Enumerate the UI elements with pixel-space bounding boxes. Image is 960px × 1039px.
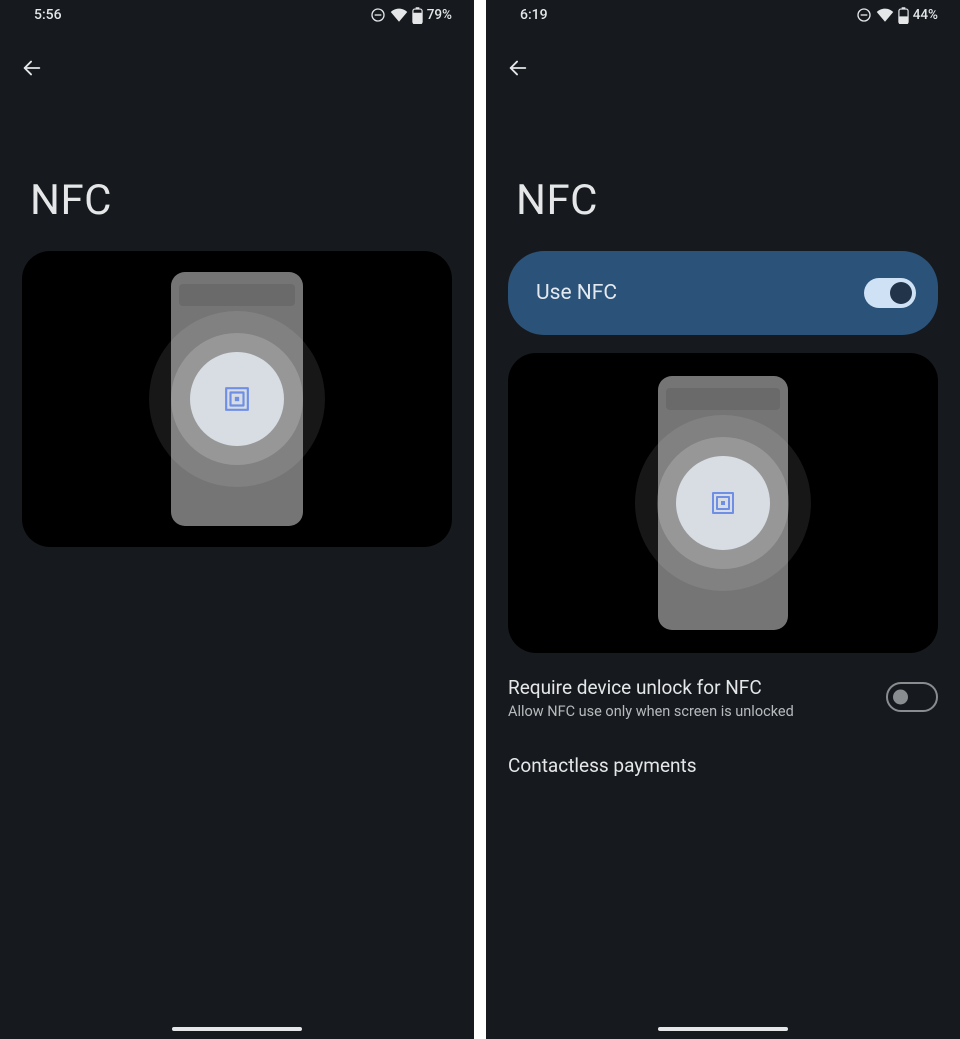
phone-screen-left: 5:56 79% NFC <box>0 0 474 1039</box>
nfc-illustration <box>22 251 452 547</box>
phone-graphic <box>658 376 788 630</box>
contactless-payments-label: Contactless payments <box>508 754 697 777</box>
nfc-illustration <box>508 353 938 653</box>
dnd-icon <box>856 7 872 23</box>
phone-screen-right: 6:19 44% NFC Use NFC <box>486 0 960 1039</box>
page-title: NFC <box>0 88 474 251</box>
wifi-icon <box>390 8 408 22</box>
back-button[interactable] <box>12 48 52 88</box>
battery-percent: 44% <box>913 7 938 23</box>
use-nfc-label: Use NFC <box>536 281 617 305</box>
use-nfc-toggle-row[interactable]: Use NFC <box>508 251 938 335</box>
status-icons: 44% <box>856 7 938 24</box>
home-indicator[interactable] <box>172 1027 302 1031</box>
page-title: NFC <box>486 88 960 251</box>
battery-percent: 79% <box>427 7 452 23</box>
home-indicator[interactable] <box>658 1027 788 1031</box>
status-bar: 6:19 44% <box>486 0 960 28</box>
use-nfc-toggle[interactable] <box>864 278 916 308</box>
nfc-chip-icon <box>710 490 736 516</box>
battery-icon <box>898 7 909 24</box>
phone-graphic <box>171 272 303 526</box>
dnd-icon <box>370 7 386 23</box>
arrow-left-icon <box>507 57 529 79</box>
status-time: 5:56 <box>34 7 62 23</box>
battery-icon <box>412 7 423 24</box>
require-unlock-subtitle: Allow NFC use only when screen is unlock… <box>508 703 870 720</box>
require-unlock-row[interactable]: Require device unlock for NFC Allow NFC … <box>508 653 938 734</box>
arrow-left-icon <box>21 57 43 79</box>
wifi-icon <box>876 8 894 22</box>
status-bar: 5:56 79% <box>0 0 474 28</box>
contactless-payments-row[interactable]: Contactless payments <box>508 734 938 797</box>
require-unlock-title: Require device unlock for NFC <box>508 675 870 701</box>
require-unlock-toggle[interactable] <box>886 682 938 712</box>
status-time: 6:19 <box>520 7 548 23</box>
status-icons: 79% <box>370 7 452 24</box>
back-button[interactable] <box>498 48 538 88</box>
nfc-chip-icon <box>224 386 250 412</box>
